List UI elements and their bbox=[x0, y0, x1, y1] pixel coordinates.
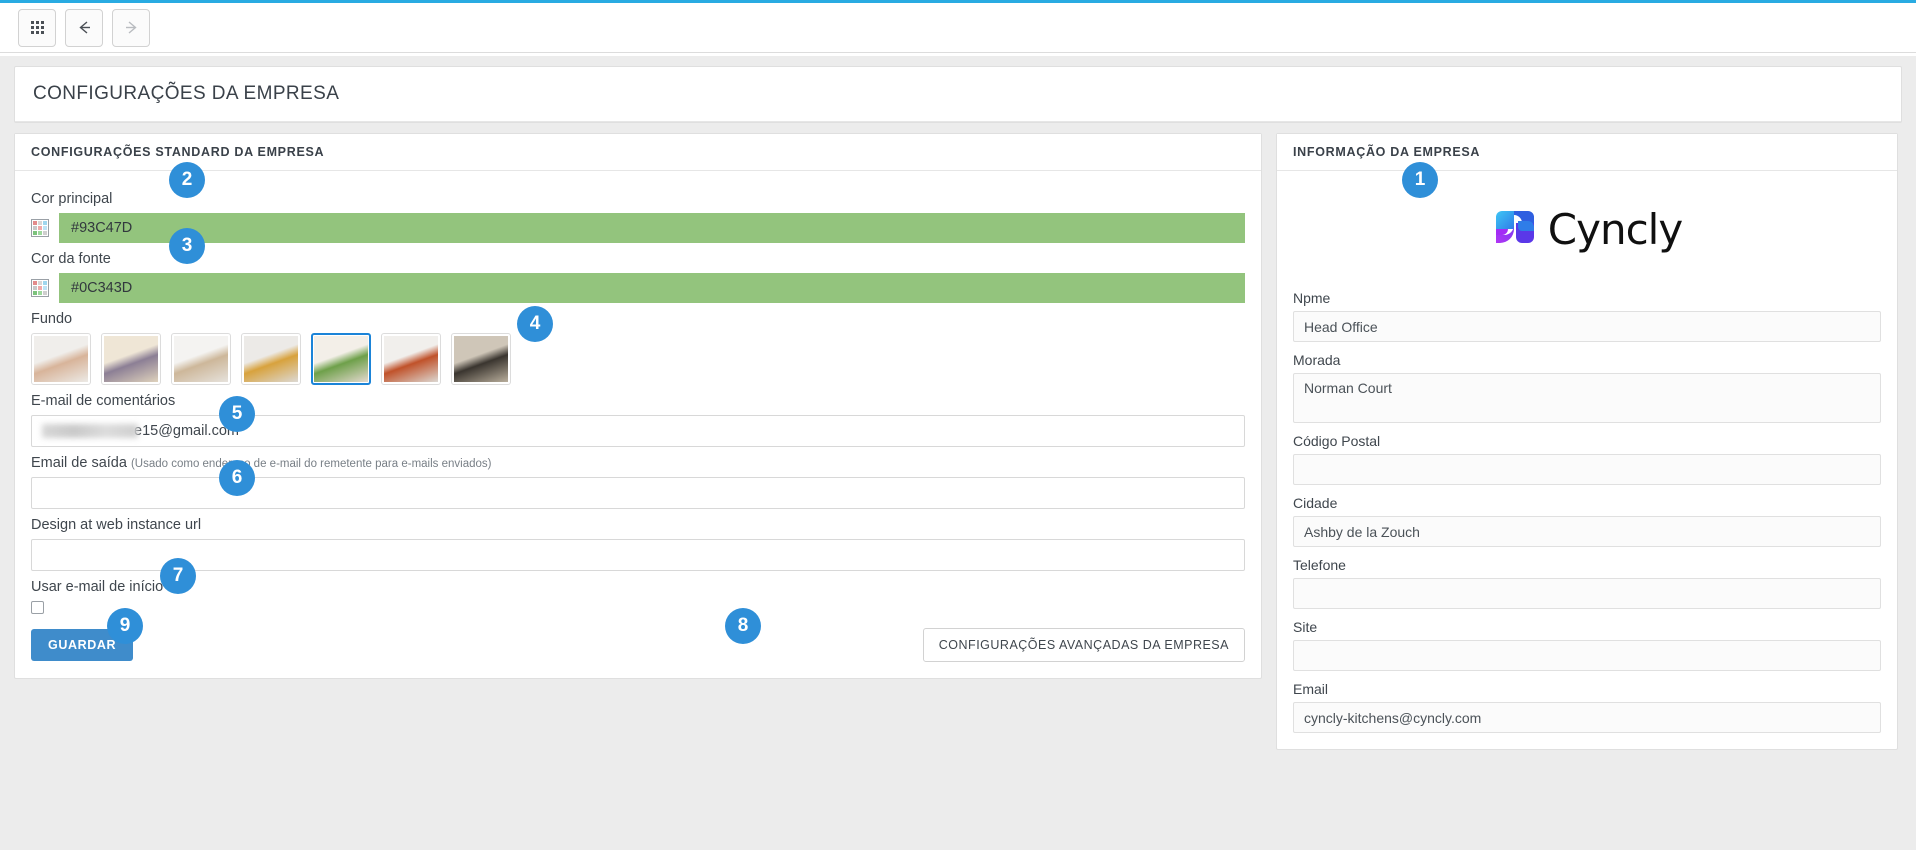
company-field-value: Ashby de la Zouch bbox=[1304, 523, 1420, 540]
web-instance-url-input[interactable] bbox=[31, 539, 1245, 571]
company-field-label: Morada bbox=[1293, 352, 1341, 368]
background-thumbnail[interactable] bbox=[171, 333, 231, 385]
use-start-email-label: Usar e-mail de início bbox=[31, 579, 164, 595]
font-color-input[interactable]: #0C343D bbox=[59, 273, 1245, 303]
company-field-input[interactable]: Head Office bbox=[1293, 311, 1881, 342]
background-thumbnail[interactable] bbox=[31, 333, 91, 385]
annotation-badge-4: 4 bbox=[517, 306, 553, 342]
beige-kitchen-bowls-image bbox=[104, 336, 158, 382]
company-field-input[interactable]: cyncly-kitchens@cyncly.com bbox=[1293, 702, 1881, 733]
annotation-badge-1: 1 bbox=[1402, 162, 1438, 198]
outgoing-email-label-text: Email de saída bbox=[31, 455, 127, 471]
form-actions: GUARDAR CONFIGURAÇÕES AVANÇADAS DA EMPRE… bbox=[31, 628, 1245, 662]
color-picker-icon[interactable] bbox=[31, 279, 49, 297]
company-info-panel: INFORMAÇÃO DA EMPRESA Cyncly Npme Head O… bbox=[1276, 133, 1898, 750]
company-field-value: Norman Court bbox=[1304, 380, 1392, 396]
forward-button[interactable] bbox=[112, 8, 150, 47]
background-thumbnail[interactable] bbox=[311, 333, 371, 385]
top-toolbar bbox=[0, 0, 1916, 53]
background-thumbnail[interactable] bbox=[101, 333, 161, 385]
company-field-value: cyncly-kitchens@cyncly.com bbox=[1304, 709, 1482, 726]
white-kitchen-counter-image bbox=[174, 336, 228, 382]
feedback-email-input[interactable]: e15@gmail.com bbox=[31, 415, 1245, 447]
cyncly-logo-icon bbox=[1492, 207, 1538, 253]
annotation-badge-6: 6 bbox=[219, 460, 255, 496]
kitchen-fruit-bowl-image bbox=[244, 336, 298, 382]
advanced-settings-button[interactable]: CONFIGURAÇÕES AVANÇADAS DA EMPRESA bbox=[922, 628, 1245, 662]
company-logo: Cyncly bbox=[1293, 183, 1881, 280]
company-field-input[interactable] bbox=[1293, 454, 1881, 485]
feedback-email-label: E-mail de comentários bbox=[31, 393, 176, 409]
background-thumbnail[interactable] bbox=[451, 333, 511, 385]
outgoing-email-label: Email de saída (Usado como endereço de e… bbox=[31, 455, 1245, 471]
color-picker-icon[interactable] bbox=[31, 219, 49, 237]
arrow-left-icon bbox=[75, 18, 94, 37]
annotation-badge-5: 5 bbox=[219, 396, 255, 432]
page-title-card: CONFIGURAÇÕES DA EMPRESA bbox=[14, 66, 1902, 123]
main-color-label: Cor principal bbox=[31, 191, 113, 207]
page-container: CONFIGURAÇÕES DA EMPRESA CONFIGURAÇÕES S… bbox=[0, 56, 1916, 850]
annotation-badge-2: 2 bbox=[169, 162, 205, 198]
company-field-input[interactable] bbox=[1293, 640, 1881, 671]
font-color-label: Cor da fonte bbox=[31, 251, 111, 267]
grid-icon bbox=[30, 21, 44, 34]
company-field-label: Cidade bbox=[1293, 495, 1338, 511]
company-field-label: Email bbox=[1293, 681, 1329, 697]
company-field-input[interactable]: Norman Court bbox=[1293, 373, 1881, 423]
arrow-right-icon bbox=[122, 18, 141, 37]
company-field-input[interactable] bbox=[1293, 578, 1881, 609]
outgoing-email-input[interactable] bbox=[31, 477, 1245, 509]
annotation-badge-9: 9 bbox=[107, 608, 143, 644]
company-field-label: Código Postal bbox=[1293, 433, 1381, 449]
main-color-row: #93C47D bbox=[31, 213, 1245, 243]
company-field-value: Head Office bbox=[1304, 318, 1378, 335]
company-field-input[interactable]: Ashby de la Zouch bbox=[1293, 516, 1881, 547]
standard-settings-panel: CONFIGURAÇÕES STANDARD DA EMPRESA Cor pr… bbox=[14, 133, 1262, 679]
cutting-board-plant-image bbox=[34, 336, 88, 382]
main-color-input[interactable]: #93C47D bbox=[59, 213, 1245, 243]
annotation-badge-8: 8 bbox=[725, 608, 761, 644]
annotation-badge-3: 3 bbox=[169, 228, 205, 264]
company-field-label: Site bbox=[1293, 619, 1318, 635]
apps-grid-button[interactable] bbox=[18, 8, 56, 47]
potted-plants-shelf-image bbox=[314, 336, 368, 382]
cyncly-wordmark: Cyncly bbox=[1547, 205, 1683, 254]
company-info-heading: INFORMAÇÃO DA EMPRESA bbox=[1277, 134, 1897, 171]
company-field-label: Npme bbox=[1293, 290, 1331, 306]
background-thumbnail[interactable] bbox=[381, 333, 441, 385]
annotation-badge-7: 7 bbox=[160, 558, 196, 594]
back-button[interactable] bbox=[65, 8, 103, 47]
background-label: Fundo bbox=[31, 311, 73, 327]
web-instance-url-label: Design at web instance url bbox=[31, 517, 202, 533]
content-columns: CONFIGURAÇÕES STANDARD DA EMPRESA Cor pr… bbox=[14, 133, 1902, 750]
standard-settings-heading: CONFIGURAÇÕES STANDARD DA EMPRESA bbox=[15, 134, 1261, 171]
outgoing-email-hint: (Usado como endereço de e-mail do remete… bbox=[130, 458, 492, 470]
dark-pantry-shelves-image bbox=[454, 336, 508, 382]
background-thumbnail[interactable] bbox=[241, 333, 301, 385]
open-shelving-kitchen-image bbox=[384, 336, 438, 382]
company-fields-list: Npme Head Office Morada Norman Court Código … bbox=[1293, 290, 1881, 733]
page-title: CONFIGURAÇÕES DA EMPRESA bbox=[15, 67, 1901, 122]
font-color-row: #0C343D bbox=[31, 273, 1245, 303]
redacted-text bbox=[42, 424, 138, 438]
background-thumbnail-list bbox=[31, 333, 1245, 385]
company-field-label: Telefone bbox=[1293, 557, 1346, 573]
use-start-email-checkbox[interactable] bbox=[31, 601, 44, 614]
